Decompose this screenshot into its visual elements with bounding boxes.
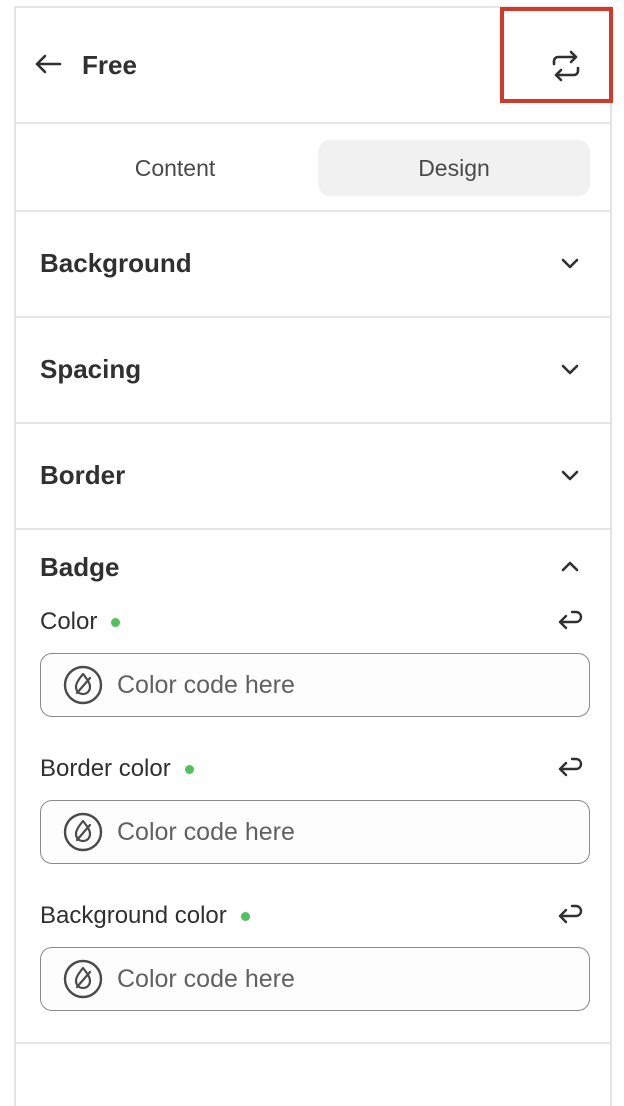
color-code-field[interactable]: [115, 669, 579, 701]
field-label-text: Color: [40, 608, 98, 635]
status-dot: [184, 764, 194, 774]
chevron-up-icon[interactable]: [556, 554, 584, 578]
color-drop-icon: [63, 959, 103, 999]
background-color-input[interactable]: [40, 947, 590, 1011]
undo-arrow-icon: [558, 610, 583, 630]
border-color-code-field[interactable]: [115, 816, 579, 848]
status-dot: [111, 617, 121, 627]
color-field-label: Color: [40, 608, 121, 636]
chevron-down-icon: [561, 258, 579, 269]
section-spacing[interactable]: Spacing: [16, 318, 610, 424]
chevron-down-icon: [561, 364, 579, 375]
back-button[interactable]: [32, 48, 64, 80]
section-label: Border: [40, 460, 126, 490]
background-color-field-label: Background color: [40, 902, 250, 930]
arrow-left-icon: [35, 54, 62, 74]
section-background[interactable]: Background: [16, 212, 610, 318]
field-label-text: Border color: [40, 755, 171, 782]
tab-bar: Content Design: [16, 122, 610, 212]
swap-button[interactable]: [546, 48, 586, 84]
color-drop-icon: [63, 812, 103, 852]
color-drop-icon: [63, 665, 103, 705]
page-title: Free: [82, 50, 137, 80]
section-label: Badge: [40, 552, 120, 582]
status-dot: [240, 911, 250, 921]
swap-arrows-icon: [552, 50, 580, 82]
panel-header: Free: [16, 8, 610, 124]
tab-content[interactable]: Content: [38, 140, 312, 196]
section-label: Background: [40, 248, 192, 278]
border-color-field-label: Border color: [40, 755, 194, 783]
border-color-input[interactable]: [40, 800, 590, 864]
reset-color-button[interactable]: [554, 606, 586, 638]
undo-arrow-icon: [558, 757, 583, 777]
reset-background-color-button[interactable]: [554, 900, 586, 932]
undo-arrow-icon: [558, 904, 583, 924]
color-input[interactable]: [40, 653, 590, 717]
design-panel: Free Content Design Background Spacing B…: [14, 6, 612, 1106]
chevron-down-icon: [561, 470, 579, 481]
reset-border-color-button[interactable]: [554, 753, 586, 785]
field-label-text: Background color: [40, 902, 227, 929]
section-label: Spacing: [40, 354, 142, 384]
background-color-code-field[interactable]: [115, 963, 579, 995]
tab-design[interactable]: Design: [318, 140, 590, 196]
section-border[interactable]: Border: [16, 424, 610, 530]
section-badge: Badge Color Border color: [16, 528, 610, 1044]
